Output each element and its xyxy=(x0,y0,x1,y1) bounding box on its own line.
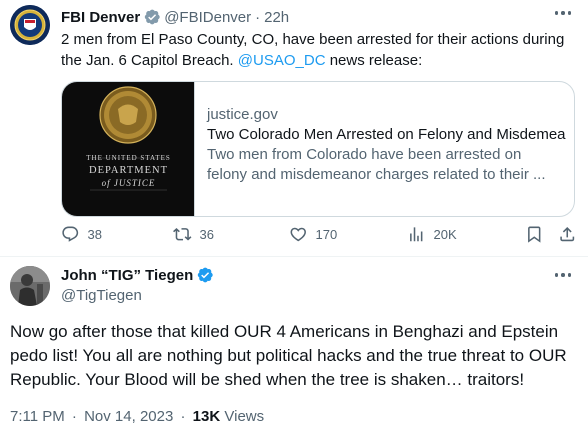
divider xyxy=(0,256,588,257)
fbi-seal-icon xyxy=(10,5,50,45)
tweet-time[interactable]: 7:11 PM xyxy=(10,408,65,425)
repost-count: 36 xyxy=(199,226,214,242)
tweet-text: 2 men from El Paso County, CO, have been… xyxy=(61,29,581,71)
tweet-text: Now go after those that killed OUR 4 Ame… xyxy=(10,322,567,389)
reply-count: 38 xyxy=(87,226,102,242)
card-image-text: THE UNITED STATES xyxy=(86,154,171,162)
more-options-icon[interactable] xyxy=(552,268,574,282)
link-card[interactable]: THE UNITED STATES DEPARTMENT of JUSTICE … xyxy=(61,81,575,217)
author-handle[interactable]: @TigTiegen xyxy=(61,287,142,304)
views-label: Views xyxy=(224,408,265,425)
quoted-tweet[interactable]: FBI Denver @FBIDenver · 22h 2 men from E… xyxy=(0,0,588,257)
like-button[interactable]: 170 xyxy=(289,222,337,246)
card-title: Two Colorado Men Arrested on Felony and … xyxy=(207,126,566,143)
tweet-date[interactable]: Nov 14, 2023 xyxy=(84,408,173,425)
author-handle[interactable]: @FBIDenver xyxy=(164,9,251,26)
share-button[interactable] xyxy=(558,222,577,246)
views-count: 13K xyxy=(192,408,221,425)
tweet-time[interactable]: 22h xyxy=(264,9,289,26)
fbi-avatar[interactable] xyxy=(10,5,50,45)
heart-icon xyxy=(290,227,306,242)
author-name[interactable]: FBI Denver xyxy=(61,9,140,26)
share-icon xyxy=(560,226,575,241)
like-count: 170 xyxy=(315,226,338,242)
card-domain: justice.gov xyxy=(207,106,278,123)
doj-seal-icon xyxy=(90,86,167,191)
card-image: THE UNITED STATES DEPARTMENT of JUSTICE xyxy=(62,82,195,216)
tig-avatar[interactable] xyxy=(10,266,50,306)
repost-button[interactable]: 36 xyxy=(173,222,214,246)
tweet-text-part: news release: xyxy=(325,52,423,69)
verified-badge-icon xyxy=(198,267,213,283)
verified-badge-icon xyxy=(145,9,160,25)
bookmark-icon xyxy=(528,226,541,243)
card-description: Two men from Colorado have been arrested… xyxy=(207,146,522,163)
card-image-text: DEPARTMENT xyxy=(89,165,168,176)
more-options-icon[interactable] xyxy=(552,6,574,20)
views-chart-icon xyxy=(410,227,423,241)
bookmark-button[interactable] xyxy=(525,222,544,246)
mention-link[interactable]: @USAO_DC xyxy=(238,52,326,69)
reply-button[interactable]: 38 xyxy=(61,222,102,246)
dot-separator: · xyxy=(180,408,186,425)
views-button[interactable]: 20K xyxy=(407,222,457,246)
dot-separator: · xyxy=(255,8,261,26)
action-bar: 38 36 170 20K xyxy=(61,222,581,246)
card-description: felony and misdemeanor charges related t… xyxy=(207,166,546,183)
dot-separator: · xyxy=(71,408,77,425)
repost-icon xyxy=(173,227,192,241)
reply-icon xyxy=(62,226,79,242)
author-name[interactable]: John “TIG” Tiegen xyxy=(61,267,193,284)
card-image-text: of JUSTICE xyxy=(101,178,156,188)
tweet-meta: 7:11 PM · Nov 14, 2023 · 13K Views xyxy=(10,408,264,425)
profile-photo-icon xyxy=(10,266,50,306)
views-count: 20K xyxy=(433,226,457,242)
